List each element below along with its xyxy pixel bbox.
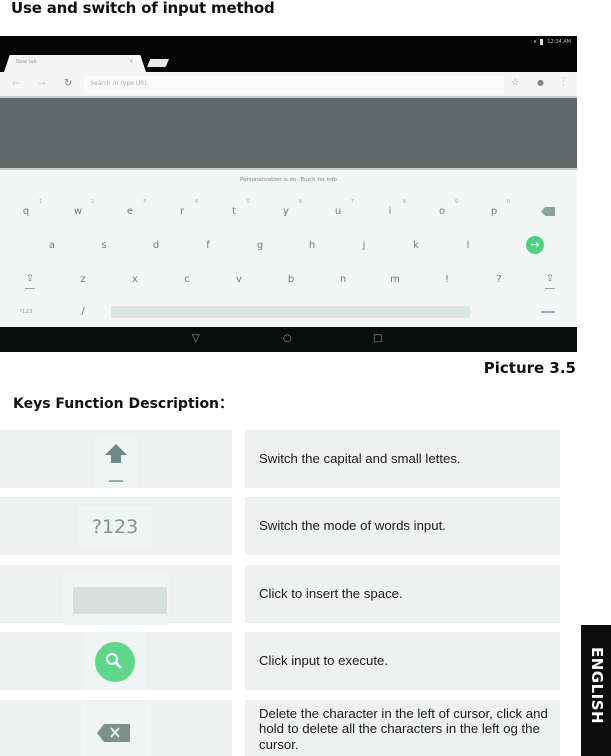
browser-tab[interactable]: New tab × — [4, 55, 146, 72]
suggestion-strip[interactable]: Personalization is on. Touch for info — [0, 177, 577, 183]
enter-key[interactable]: → — [526, 236, 544, 254]
table-row: Delete the character in the left of curs… — [0, 700, 560, 756]
status-bar: ▾ 12:34 AM — [0, 36, 577, 50]
omnibox-placeholder: Search or type URL — [90, 80, 148, 87]
key-k[interactable]: k — [396, 232, 436, 260]
reload-icon[interactable]: ↻ — [64, 78, 72, 89]
battery-icon — [540, 39, 544, 45]
page-content-area — [0, 98, 577, 170]
key-hint: 7 — [350, 199, 354, 205]
forward-icon[interactable]: → — [38, 79, 46, 89]
browser-tab-strip: New tab × — [0, 50, 577, 72]
key-icon-cell — [0, 700, 232, 756]
menu-icon[interactable]: ⋮ — [559, 77, 568, 87]
key-hint: 5 — [246, 199, 250, 205]
key-hint: 8 — [402, 199, 406, 205]
spacebar-icon — [63, 573, 169, 625]
key-o[interactable]: o9 — [422, 198, 462, 226]
key-r[interactable]: r4 — [162, 198, 202, 226]
emoji-key[interactable] — [541, 311, 555, 313]
key-icon-cell — [0, 430, 232, 488]
key-icon-cell — [0, 632, 232, 690]
key-v[interactable]: v — [219, 266, 259, 294]
key-f[interactable]: f — [188, 232, 228, 260]
key-q[interactable]: q1 — [6, 198, 46, 226]
table-row: Switch the capital and small lettes. — [0, 430, 560, 488]
table-row: Click input to execute. — [0, 632, 560, 690]
figure-caption: Picture 3.5 — [483, 359, 576, 377]
nav-recents-icon[interactable]: □ — [373, 333, 382, 344]
star-icon[interactable]: ☆ — [511, 78, 519, 88]
key-hint: 1 — [38, 199, 42, 205]
key-question[interactable]: ? — [479, 266, 519, 294]
language-side-tab: ENGLISH — [581, 625, 611, 756]
back-icon[interactable]: ← — [12, 79, 20, 89]
android-nav-bar: ▽ ○ □ — [0, 327, 577, 352]
nav-home-icon[interactable]: ○ — [283, 333, 292, 344]
omnibox-input[interactable]: Search or type URL — [84, 76, 504, 93]
key-hint: 6 — [298, 199, 302, 205]
key-b[interactable]: b — [271, 266, 311, 294]
table-row: Click to insert the space. — [0, 565, 560, 625]
key-description: Click to insert the space. — [245, 565, 560, 623]
table-row: ?123 Switch the mode of words input. — [0, 497, 560, 555]
key-l[interactable]: l — [448, 232, 488, 260]
tab-close-icon[interactable]: × — [129, 58, 134, 65]
section-heading: Use and switch of input method — [11, 0, 275, 17]
key-y[interactable]: y6 — [266, 198, 306, 226]
symbols-key: ?123 — [78, 506, 152, 548]
shift-key-left[interactable]: ⇧ — [15, 274, 45, 289]
key-s[interactable]: s — [84, 232, 124, 260]
key-hint: 3 — [142, 199, 146, 205]
spacebar-key[interactable] — [111, 306, 470, 318]
key-x[interactable]: x — [115, 266, 155, 294]
wifi-icon: ▾ — [533, 39, 537, 45]
language-label: ENGLISH — [588, 647, 606, 725]
key-hint: 0 — [506, 199, 510, 205]
status-time: 12:34 AM — [547, 39, 571, 45]
address-bar: ← → ↻ Search or type URL ☆ ● ⋮ — [0, 72, 577, 98]
key-description: Switch the capital and small lettes. — [245, 430, 560, 488]
key-p[interactable]: p0 — [474, 198, 514, 226]
shift-key-right[interactable]: ⇧ — [535, 274, 565, 289]
search-execute-icon — [84, 632, 146, 690]
key-hint: 9 — [454, 199, 458, 205]
symbols-key[interactable]: ?123 — [19, 309, 32, 315]
keys-heading: Keys Function Description： — [13, 396, 234, 412]
shift-arrow-icon — [95, 436, 137, 488]
key-icon-cell — [0, 565, 232, 625]
tablet-screenshot: ▾ 12:34 AM New tab × ← → ↻ Search or typ… — [0, 36, 577, 352]
mic-icon[interactable]: ● — [537, 78, 544, 87]
key-exclamation[interactable]: ! — [427, 266, 467, 294]
key-description: Delete the character in the left of curs… — [245, 700, 560, 756]
new-tab-button[interactable] — [147, 59, 169, 67]
key-i[interactable]: i8 — [370, 198, 410, 226]
key-d[interactable]: d — [136, 232, 176, 260]
key-w[interactable]: w2 — [58, 198, 98, 226]
key-j[interactable]: j — [344, 232, 384, 260]
nav-back-icon[interactable]: ▽ — [192, 333, 200, 344]
on-screen-keyboard: Personalization is on. Touch for info q1… — [0, 170, 577, 327]
key-hint: 4 — [194, 199, 198, 205]
backspace-key[interactable] — [541, 207, 555, 216]
key-icon-cell: ?123 — [0, 497, 232, 555]
tab-title: New tab — [16, 59, 37, 65]
key-g[interactable]: g — [240, 232, 280, 260]
key-a[interactable]: a — [32, 232, 72, 260]
key-e[interactable]: e3 — [110, 198, 150, 226]
key-t[interactable]: t5 — [214, 198, 254, 226]
key-c[interactable]: c — [167, 266, 207, 294]
key-m[interactable]: m — [375, 266, 415, 294]
key-description: Switch the mode of words input. — [245, 497, 560, 555]
key-z[interactable]: z — [63, 266, 103, 294]
slash-key[interactable]: / — [63, 298, 103, 326]
key-hint: 2 — [90, 199, 94, 205]
key-h[interactable]: h — [292, 232, 332, 260]
key-description: Click input to execute. — [245, 632, 560, 690]
backspace-icon — [81, 702, 151, 756]
key-u[interactable]: u7 — [318, 198, 358, 226]
key-n[interactable]: n — [323, 266, 363, 294]
